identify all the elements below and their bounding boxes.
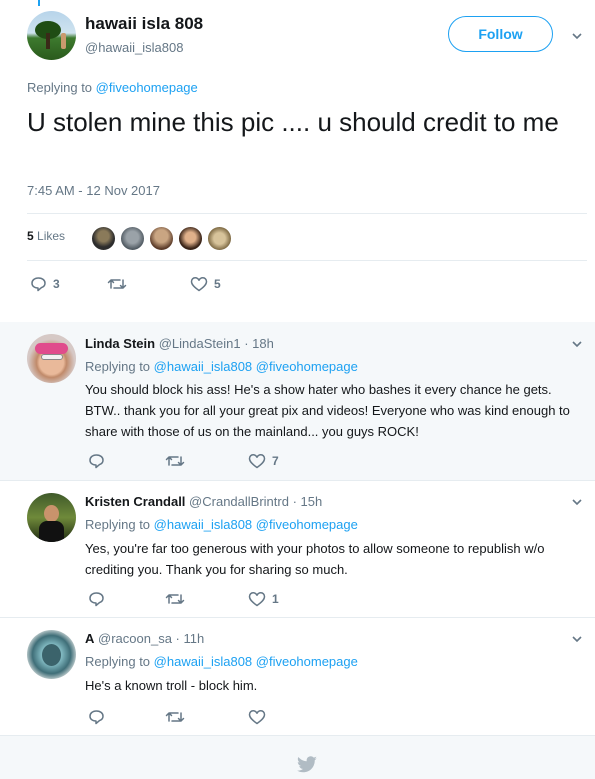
reply-button[interactable]: 3 xyxy=(30,276,60,292)
reply-icon xyxy=(31,277,46,292)
like-button[interactable]: 7 xyxy=(248,453,279,469)
reply-button[interactable] xyxy=(88,591,105,607)
divider xyxy=(27,213,587,214)
avatar[interactable] xyxy=(27,334,76,383)
avatar[interactable] xyxy=(27,493,76,542)
chevron-down-icon[interactable] xyxy=(572,634,582,644)
mention-link[interactable]: @hawaii_isla808 @fiveohomepage xyxy=(154,359,358,374)
heart-icon xyxy=(248,592,266,607)
indicator-mark xyxy=(38,0,40,6)
liker-avatar[interactable] xyxy=(91,226,116,251)
heart-icon xyxy=(190,277,208,292)
like-button[interactable] xyxy=(248,709,272,725)
like-button[interactable]: 5 xyxy=(190,276,221,292)
reply-author[interactable]: Kristen Crandall @CrandallBrintrd · 15h xyxy=(85,494,322,509)
reply-button[interactable] xyxy=(88,709,105,725)
replying-to: Replying to @hawaii_isla808 @fiveohomepa… xyxy=(85,654,358,669)
mention-link[interactable]: @fiveohomepage xyxy=(96,80,198,95)
liker-avatar[interactable] xyxy=(178,226,203,251)
liker-avatar[interactable] xyxy=(120,226,145,251)
reply-icon xyxy=(89,592,104,607)
reply-author[interactable]: A @racoon_sa · 11h xyxy=(85,631,204,646)
avatar[interactable] xyxy=(27,11,76,60)
tweet-text: U stolen mine this pic .... u should cre… xyxy=(27,107,559,137)
reply-text: You should block his ass! He's a show ha… xyxy=(85,382,570,439)
reply-tweet[interactable]: Linda Stein @LindaStein1 · 18h Replying … xyxy=(0,322,595,481)
replying-to: Replying to @hawaii_isla808 @fiveohomepa… xyxy=(85,359,358,374)
reply-icon xyxy=(89,454,104,469)
reply-tweet[interactable]: A @racoon_sa · 11h Replying to @hawaii_i… xyxy=(0,618,595,736)
liker-avatar[interactable] xyxy=(149,226,174,251)
retweet-icon xyxy=(165,456,185,466)
reply-text: He's a known troll - block him. xyxy=(85,678,258,693)
twitter-bird-icon xyxy=(297,756,317,773)
liker-avatar[interactable] xyxy=(207,226,232,251)
follow-button[interactable]: Follow xyxy=(448,16,553,52)
author-screen-name[interactable]: @hawaii_isla808 xyxy=(85,40,183,55)
retweet-button[interactable] xyxy=(165,709,185,725)
replying-to: Replying to @hawaii_isla808 @fiveohomepa… xyxy=(85,517,358,532)
main-tweet: hawaii isla 808 @hawaii_isla808 Follow R… xyxy=(0,0,595,322)
chevron-down-icon[interactable] xyxy=(572,497,582,507)
avatar[interactable] xyxy=(27,630,76,679)
divider xyxy=(27,260,587,261)
replying-to: Replying to @fiveohomepage xyxy=(27,80,198,95)
likes-count[interactable]: 5 Likes xyxy=(27,229,65,243)
reply-button[interactable] xyxy=(88,453,105,469)
heart-icon xyxy=(248,710,266,725)
heart-icon xyxy=(248,454,266,469)
retweet-button[interactable] xyxy=(107,276,133,292)
chevron-down-icon[interactable] xyxy=(572,31,582,41)
reply-icon xyxy=(89,710,104,725)
reply-tweet[interactable]: Kristen Crandall @CrandallBrintrd · 15h … xyxy=(0,481,595,618)
tweet-timestamp[interactable]: 7:45 AM - 12 Nov 2017 xyxy=(27,183,160,198)
retweet-icon xyxy=(107,279,127,289)
reply-text: Yes, you're far too generous with your p… xyxy=(85,541,545,577)
reply-author[interactable]: Linda Stein @LindaStein1 · 18h xyxy=(85,336,274,351)
replies-list: Linda Stein @LindaStein1 · 18h Replying … xyxy=(0,322,595,779)
retweet-icon xyxy=(165,712,185,722)
retweet-icon xyxy=(165,594,185,604)
retweet-button[interactable] xyxy=(165,591,185,607)
mention-link[interactable]: @hawaii_isla808 @fiveohomepage xyxy=(154,517,358,532)
chevron-down-icon[interactable] xyxy=(572,339,582,349)
retweet-button[interactable] xyxy=(165,453,185,469)
mention-link[interactable]: @hawaii_isla808 @fiveohomepage xyxy=(154,654,358,669)
author-display-name[interactable]: hawaii isla 808 xyxy=(85,14,203,34)
like-button[interactable]: 1 xyxy=(248,591,279,607)
